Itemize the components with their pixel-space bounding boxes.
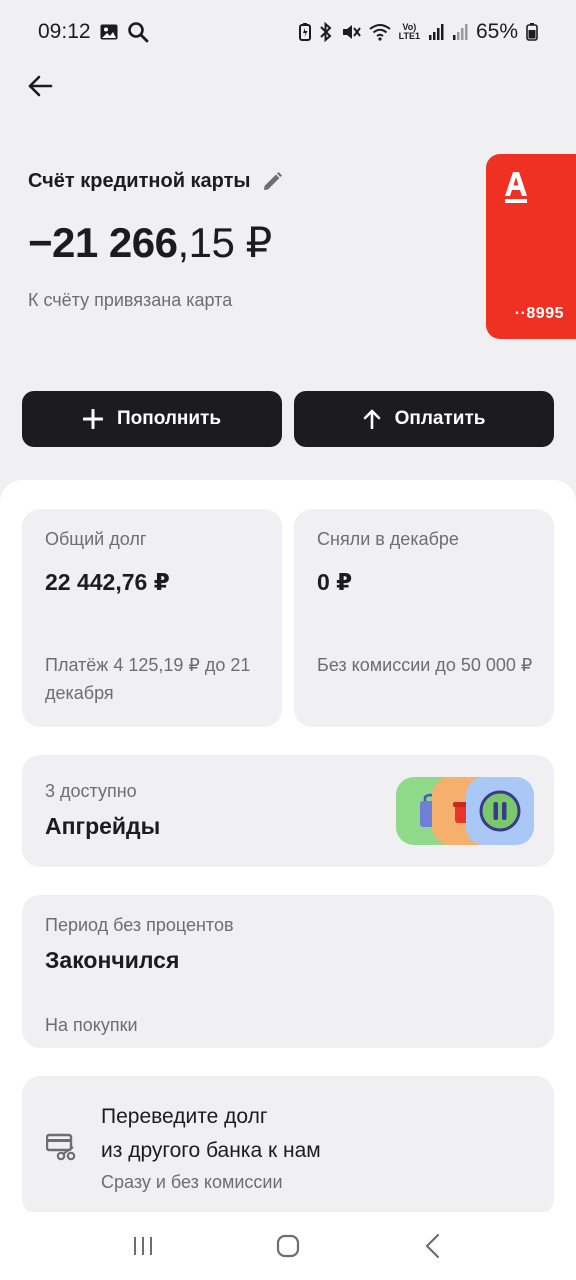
grace-period-status: Закончился	[45, 947, 180, 973]
home-button[interactable]	[264, 1222, 312, 1270]
pay-label: Оплатить	[394, 408, 486, 429]
withdrawn-tile[interactable]: Сняли в декабре 0 ₽ Без комиссии до 50 0…	[294, 509, 554, 727]
grace-period-note: На покупки	[45, 1015, 138, 1035]
debt-transfer-tile[interactable]: Переведите долг из другого банка к нам С…	[22, 1076, 554, 1216]
account-title-row: Счёт кредитной карты	[28, 170, 283, 193]
topup-label: Пополнить	[116, 408, 222, 429]
total-debt-value: 22 442,76 ₽	[45, 569, 170, 595]
wifi-icon	[369, 23, 391, 41]
back-nav-button[interactable]	[409, 1222, 457, 1270]
balance-amount: −21 266,15 ₽	[28, 218, 272, 267]
balance-integer: −21 266	[28, 219, 178, 266]
debt-transfer-title: Переведите долг из другого банка к нам	[101, 1100, 321, 1168]
status-right: Vo) LTE1 65%	[298, 20, 538, 44]
pause-icon	[466, 777, 534, 845]
status-left: 09:12	[38, 20, 149, 44]
upgrades-title: Апгрейды	[45, 813, 161, 839]
arrow-left-icon	[28, 75, 53, 97]
commission-free-note: Без комиссии до 50 000 ₽	[317, 655, 533, 675]
signal-icon	[428, 23, 444, 41]
volte-icon: Vo) LTE1	[398, 22, 420, 41]
topup-button[interactable]: Пополнить	[22, 391, 282, 447]
home-icon	[276, 1234, 300, 1258]
search-icon	[127, 21, 149, 43]
upgrades-tile[interactable]: 3 доступно Апгрейды	[22, 755, 554, 867]
credit-card-thumbnail[interactable]: ··8995	[486, 154, 576, 339]
battery-icon	[526, 23, 538, 41]
status-bar: 09:12 Vo) LTE1 65%	[0, 0, 576, 64]
recent-apps-icon	[133, 1237, 152, 1255]
mute-icon	[341, 22, 361, 42]
image-icon	[99, 22, 119, 42]
card-transfer-icon	[45, 1132, 76, 1167]
total-debt-label: Общий долг	[45, 529, 147, 549]
payment-due-note: Платёж 4 125,19 ₽ до 21 декабря	[45, 655, 251, 703]
card-last-digits: ··8995	[514, 305, 564, 322]
alfa-logo-icon	[504, 170, 528, 209]
debt-transfer-title-line2: из другого банка к нам	[101, 1139, 321, 1162]
chevron-left-icon	[426, 1233, 440, 1259]
back-button[interactable]	[22, 68, 58, 104]
arrow-up-icon	[363, 409, 380, 429]
signal-icon	[452, 23, 468, 41]
pencil-icon[interactable]	[261, 171, 283, 193]
grace-period-tile[interactable]: Период без процентов Закончился На покуп…	[22, 895, 554, 1048]
debt-transfer-subtitle: Сразу и без комиссии	[101, 1172, 283, 1192]
withdrawn-label: Сняли в декабре	[317, 529, 459, 549]
system-navigation-bar	[0, 1212, 576, 1280]
upgrades-available-label: 3 доступно	[45, 781, 137, 801]
battery-saver-icon	[298, 23, 311, 41]
plus-icon	[82, 409, 103, 429]
linked-card-text: К счёту привязана карта	[28, 290, 233, 310]
recent-apps-button[interactable]	[119, 1222, 167, 1270]
total-debt-tile[interactable]: Общий долг 22 442,76 ₽ Платёж 4 125,19 ₽…	[22, 509, 282, 727]
debt-transfer-title-line1: Переведите долг	[101, 1105, 268, 1128]
pay-button[interactable]: Оплатить	[294, 391, 554, 447]
bluetooth-icon	[319, 22, 333, 42]
upgrade-icons	[396, 777, 536, 845]
status-time: 09:12	[38, 20, 91, 43]
grace-period-label: Период без процентов	[45, 915, 234, 935]
account-title: Счёт кредитной карты	[28, 170, 251, 192]
action-buttons: Пополнить Оплатить	[22, 391, 554, 447]
battery-percent: 65%	[475, 20, 518, 43]
withdrawn-value: 0 ₽	[317, 569, 353, 595]
balance-fraction: ,15 ₽	[177, 219, 273, 266]
